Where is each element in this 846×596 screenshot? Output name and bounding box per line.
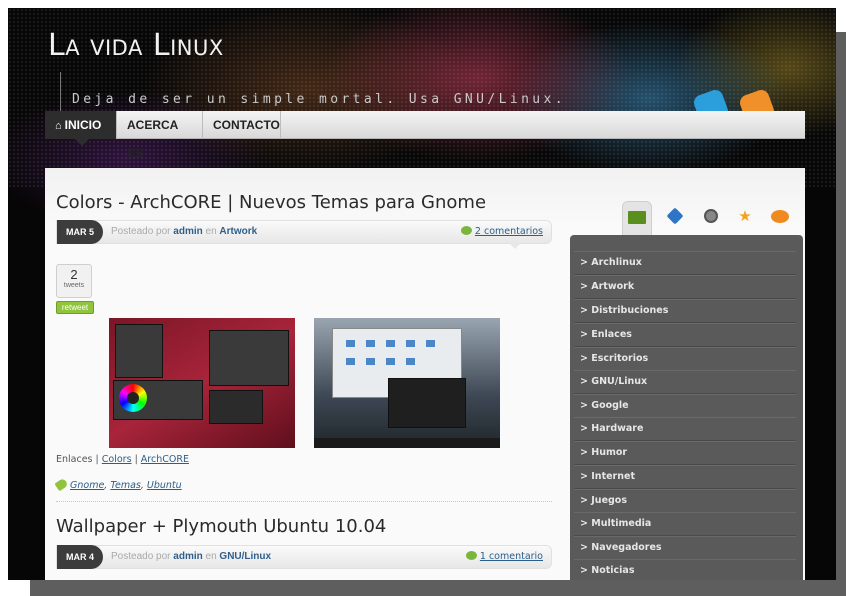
category-item[interactable]: > Google — [574, 394, 796, 418]
nav-item-acerca-de[interactable]: ACERCA DE — [117, 111, 203, 160]
category-item[interactable]: > GNU/Linux — [574, 370, 796, 394]
category-link[interactable]: Artwork — [219, 226, 257, 237]
category-item[interactable]: > Artwork — [574, 275, 796, 299]
post-tags: Gnome, Temas, Ubuntu — [54, 477, 182, 492]
colors-link[interactable]: Colors — [102, 454, 132, 465]
post-meta-bar: MAR 5 Posteado por admin en Artwork 2 co… — [56, 220, 552, 249]
category-item[interactable]: > Juegos — [574, 489, 796, 513]
tab-categories[interactable] — [622, 201, 652, 235]
category-item[interactable]: > Humor — [574, 441, 796, 465]
chat-icon — [771, 210, 789, 223]
post-separator — [56, 501, 552, 502]
category-item[interactable]: > Navegadores — [574, 536, 796, 560]
tweet-label: tweets — [63, 282, 85, 289]
tag-link-temas[interactable]: Temas — [110, 480, 141, 491]
tweet-count: 2 — [70, 267, 78, 282]
category-item[interactable]: > Enlaces — [574, 323, 796, 347]
post-date-badge: MAR 5 — [57, 220, 103, 244]
in-word: en — [205, 226, 217, 237]
tag-icon — [666, 207, 684, 225]
post-screenshot-thumbnail[interactable] — [109, 318, 295, 448]
home-icon: ⌂ — [55, 120, 62, 132]
posted-by-text: Posteado por — [111, 226, 171, 237]
author-link[interactable]: admin — [173, 551, 202, 562]
category-item[interactable]: > Distribuciones — [574, 299, 796, 323]
category-link[interactable]: GNU/Linux — [219, 551, 271, 562]
tag-link-ubuntu[interactable]: Ubuntu — [147, 480, 182, 491]
post-meta: Posteado por admin en Artwork — [111, 226, 257, 237]
post-links: Enlaces | Colors | ArchCORE — [56, 454, 189, 465]
links-prefix: Enlaces | — [56, 454, 99, 465]
site-tagline: Deja de ser un simple mortal. Usa GNU/Li… — [72, 92, 566, 107]
author-link[interactable]: admin — [173, 226, 202, 237]
tag-link-gnome[interactable]: Gnome — [70, 480, 104, 491]
comment-bubble-icon — [460, 226, 472, 235]
post-title[interactable]: Wallpaper + Plymouth Ubuntu 10.04 — [56, 516, 386, 537]
tab-tags[interactable] — [660, 201, 690, 231]
category-item[interactable]: > Escritorios — [574, 347, 796, 371]
tweet-counter[interactable]: 2 tweets — [56, 264, 92, 298]
site-title[interactable]: La vida Linux — [48, 28, 224, 63]
star-icon: ★ — [738, 207, 752, 225]
posted-by-text: Posteado por — [111, 551, 171, 562]
post-screenshot-thumbnail[interactable] — [314, 318, 500, 448]
nav-item-inicio[interactable]: ⌂ INICIO — [45, 111, 117, 146]
category-item[interactable]: > Noticias — [574, 559, 796, 580]
main-nav: ⌂ INICIO ACERCA DE CONTACTO — [45, 111, 805, 160]
category-item[interactable]: > Hardware — [574, 417, 796, 441]
clock-icon — [704, 209, 718, 223]
tagline-divider — [60, 72, 61, 112]
links-separator: | — [134, 454, 138, 465]
sidebar-tabs: ★ — [620, 201, 800, 235]
comments: 2 comentarios — [460, 226, 543, 237]
nav-item-contacto[interactable]: CONTACTO — [203, 111, 281, 139]
browser-page: La vida Linux Deja de ser un simple mort… — [8, 8, 836, 580]
in-word: en — [205, 551, 217, 562]
category-item[interactable]: > Multimedia — [574, 512, 796, 536]
category-item[interactable]: > Archlinux — [574, 251, 796, 275]
post-meta: Posteado por admin en GNU/Linux — [111, 551, 271, 562]
nav-item-label: INICIO — [64, 118, 102, 132]
archcore-link[interactable]: ArchCORE — [141, 454, 189, 465]
post-title[interactable]: Colors - ArchCORE | Nuevos Temas para Gn… — [56, 192, 486, 213]
category-list: > Archlinux > Artwork > Distribuciones >… — [570, 235, 803, 580]
comments-link[interactable]: 1 comentario — [480, 551, 543, 562]
tab-popular[interactable]: ★ — [730, 201, 760, 231]
category-item[interactable]: > Internet — [574, 465, 796, 489]
retweet-button[interactable]: retweet — [56, 301, 94, 314]
comment-bubble-icon — [465, 551, 477, 560]
post-date-badge: MAR 4 — [57, 545, 103, 569]
tag-icon — [54, 477, 69, 492]
comments: 1 comentario — [465, 551, 543, 562]
color-wheel-icon — [119, 384, 147, 412]
tab-comments[interactable] — [765, 201, 795, 231]
tab-archives[interactable] — [696, 201, 726, 231]
post-meta-bar: MAR 4 Posteado por admin en GNU/Linux 1 … — [56, 545, 552, 569]
comments-link[interactable]: 2 comentarios — [475, 226, 543, 237]
folder-icon — [628, 211, 646, 224]
meta-bar-pointer — [509, 243, 521, 249]
